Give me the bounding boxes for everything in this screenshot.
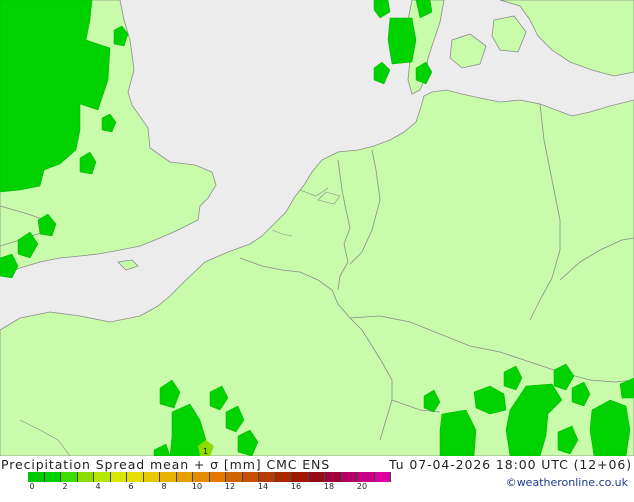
color-scale-swatch (209, 472, 226, 482)
map-title: Precipitation Spread mean + σ [mm] CMC E… (1, 457, 331, 472)
color-scale-swatch (28, 472, 45, 482)
color-scale-swatch (193, 472, 210, 482)
color-scale-swatch (226, 472, 243, 482)
color-scale-swatch (259, 472, 276, 482)
color-scale-swatch (143, 472, 160, 482)
color-scale-swatch (94, 472, 111, 482)
color-scale-swatch (358, 472, 375, 482)
color-scale (28, 472, 391, 482)
valid-time: Tu 07-04-2026 18:00 UTC (12+06) (389, 457, 632, 472)
color-scale-swatch (292, 472, 309, 482)
precip-value-label: 1 (203, 447, 208, 456)
precipitation-map: 1 (0, 0, 634, 456)
credit-link[interactable]: ©weatheronline.co.uk (506, 476, 628, 489)
color-scale-swatch (374, 472, 391, 482)
color-scale-swatch (325, 472, 342, 482)
color-scale-swatch (110, 472, 127, 482)
color-scale-swatch (44, 472, 61, 482)
color-scale-swatch (160, 472, 177, 482)
color-scale-swatch (61, 472, 78, 482)
color-scale-swatch (127, 472, 144, 482)
color-scale-swatch (176, 472, 193, 482)
color-scale-swatch (275, 472, 292, 482)
color-scale-swatch (308, 472, 325, 482)
color-scale-swatch (242, 472, 259, 482)
color-scale-swatch (77, 472, 94, 482)
color-scale-swatch (341, 472, 358, 482)
title-bar: Precipitation Spread mean + σ [mm] CMC E… (0, 457, 634, 472)
